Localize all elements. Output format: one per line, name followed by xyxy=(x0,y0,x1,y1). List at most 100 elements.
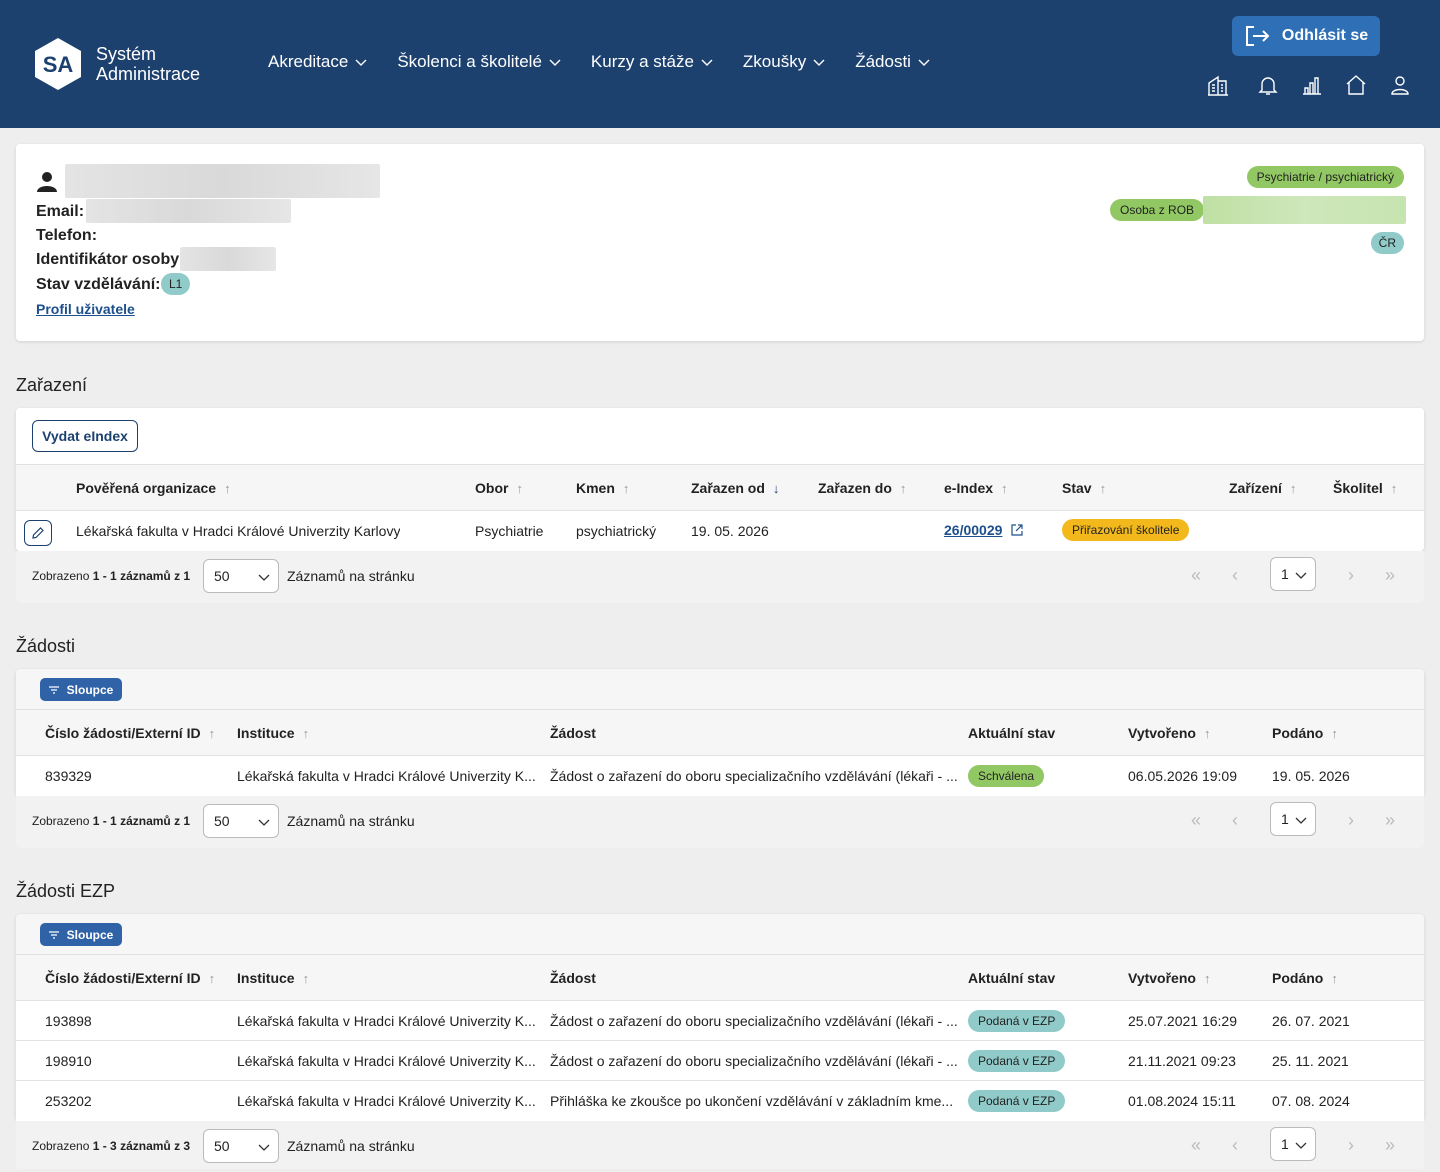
sort-arrow-icon: ↑ xyxy=(1001,480,1008,496)
external-link-icon[interactable] xyxy=(1010,523,1024,537)
logo[interactable]: SA xyxy=(34,37,82,91)
prev-page-icon[interactable]: ‹ xyxy=(1225,810,1245,830)
nav-kurzy[interactable]: Kurzy a stáže xyxy=(591,52,713,72)
prev-page-icon[interactable]: ‹ xyxy=(1225,565,1245,585)
eindex-link[interactable]: 26/00029 xyxy=(944,522,1002,538)
nav-label: Žádosti xyxy=(855,52,911,71)
col-kmen[interactable]: Kmen ↑ xyxy=(576,480,629,496)
issue-eindex-button[interactable]: Vydat eIndex xyxy=(32,420,138,452)
page-select[interactable]: 1 xyxy=(1270,557,1316,591)
col-vytvoreno[interactable]: Vytvořeno ↑ xyxy=(1128,970,1210,986)
col-zarazen-do[interactable]: Zařazen do ↑ xyxy=(818,480,906,496)
sort-arrow-icon: ↑ xyxy=(1390,480,1398,496)
chevron-down-icon xyxy=(701,59,713,66)
cell-eindex: 26/00029 xyxy=(944,522,1024,538)
nav-zadosti[interactable]: Žádosti xyxy=(855,52,930,72)
col-podano[interactable]: Podáno ↑ xyxy=(1272,725,1338,741)
edu-status-badge: L1 xyxy=(161,273,191,295)
next-page-icon[interactable]: › xyxy=(1341,810,1361,830)
edit-button[interactable] xyxy=(24,520,52,546)
user-icon[interactable] xyxy=(1388,73,1412,97)
col-skolitel[interactable]: Školitel ↑ xyxy=(1333,480,1397,496)
logout-label: Odhlásit se xyxy=(1281,27,1369,44)
cell-id: 839329 xyxy=(45,768,92,784)
chevron-down-icon xyxy=(258,574,270,581)
top-bar: SA Systém Administrace Akreditace Školen… xyxy=(0,0,1440,128)
chevron-down-icon xyxy=(918,59,930,66)
cell-id: 193898 xyxy=(45,1013,92,1029)
edu-status-label: Stav vzdělávání: xyxy=(36,276,161,293)
redacted-person-id xyxy=(180,247,276,271)
cell-instituce: Lékařská fakulta v Hradci Králové Univer… xyxy=(237,1013,536,1029)
bell-icon[interactable] xyxy=(1256,73,1280,97)
nav-zkousky[interactable]: Zkoušky xyxy=(743,52,825,72)
status-badge: Schválena xyxy=(968,765,1045,787)
col-cislo[interactable]: Číslo žádosti/Externí ID ↑ xyxy=(45,725,215,741)
chevron-down-icon xyxy=(1295,1142,1307,1149)
per-page-select[interactable]: 50 xyxy=(203,559,279,593)
per-page-select[interactable]: 50 xyxy=(203,1129,279,1163)
status-badge: Podaná v EZP xyxy=(968,1090,1066,1112)
sort-arrow-icon: ↑ xyxy=(899,480,907,496)
prev-page-icon[interactable]: ‹ xyxy=(1225,1135,1245,1155)
table-row[interactable]: 253202 Lékařská fakulta v Hradci Králové… xyxy=(16,1081,1424,1121)
col-obor[interactable]: Obor ↑ xyxy=(475,480,523,496)
next-page-icon[interactable]: › xyxy=(1341,565,1361,585)
col-zarizeni[interactable]: Zařízení ↑ xyxy=(1229,480,1296,496)
cell-created: 01.08.2024 15:11 xyxy=(1128,1093,1236,1109)
specialization-badge: Psychiatrie / psychiatrický xyxy=(1246,166,1404,188)
page-select[interactable]: 1 xyxy=(1270,802,1316,836)
col-organizace[interactable]: Pověřená organizace ↑ xyxy=(76,480,231,496)
col-zadost: Žádost xyxy=(550,970,596,986)
col-podano[interactable]: Podáno ↑ xyxy=(1272,970,1338,986)
columns-button[interactable]: Sloupce xyxy=(40,923,122,946)
col-stav[interactable]: Stav ↑ xyxy=(1062,480,1106,496)
logout-button[interactable]: Odhlásit se xyxy=(1232,16,1380,56)
col-zarazen-od[interactable]: Zařazen od ↓ xyxy=(691,480,779,496)
first-page-icon[interactable]: « xyxy=(1186,1135,1206,1155)
nav-label: Zkoušky xyxy=(742,52,807,71)
table-row[interactable]: 193898 Lékařská fakulta v Hradci Králové… xyxy=(16,1001,1424,1041)
cell-obor: Psychiatrie xyxy=(475,523,544,539)
profile-card: Email: Telefon: Identifikátor osoby: Sta… xyxy=(16,144,1424,341)
last-page-icon[interactable]: » xyxy=(1380,1135,1400,1155)
cell-from: 19. 05. 2026 xyxy=(691,523,769,539)
table-header: Číslo žádosti/Externí ID ↑ Instituce ↑ Žád… xyxy=(16,709,1424,756)
home-icon[interactable] xyxy=(1344,73,1368,97)
building-icon[interactable] xyxy=(1206,73,1230,97)
sort-arrow-down-icon: ↓ xyxy=(772,480,780,496)
sort-arrow-icon: ↑ xyxy=(1289,480,1297,496)
phone-label: Telefon: xyxy=(36,227,98,244)
sort-arrow-icon: ↑ xyxy=(516,480,523,496)
columns-button[interactable]: Sloupce xyxy=(40,678,122,701)
nav-skolenci[interactable]: Školenci a školitelé xyxy=(397,52,561,72)
app-title: Systém Administrace xyxy=(96,44,200,84)
records-shown: Zobrazeno 1 - 1 záznamů z 1 xyxy=(32,569,191,583)
col-instituce[interactable]: Instituce ↑ xyxy=(237,725,309,741)
col-instituce[interactable]: Instituce ↑ xyxy=(237,970,309,986)
cell-submitted: 26. 07. 2021 xyxy=(1272,1013,1350,1029)
first-page-icon[interactable]: « xyxy=(1186,810,1206,830)
person-id-label: Identifikátor osoby: xyxy=(36,251,185,268)
col-eindex[interactable]: e-Index ↑ xyxy=(944,480,1008,496)
next-page-icon[interactable]: › xyxy=(1341,1135,1361,1155)
last-page-icon[interactable]: » xyxy=(1380,565,1400,585)
sort-arrow-icon: ↑ xyxy=(1099,480,1107,496)
table-row[interactable]: 198910 Lékařská fakulta v Hradci Králové… xyxy=(16,1041,1424,1081)
zadosti-title: Žádosti xyxy=(16,636,76,656)
first-page-icon[interactable]: « xyxy=(1186,565,1206,585)
col-cislo[interactable]: Číslo žádosti/Externí ID ↑ xyxy=(45,970,215,986)
cell-created: 25.07.2021 16:29 xyxy=(1128,1013,1237,1029)
table-row[interactable]: 839329 Lékařská fakulta v Hradci Králové… xyxy=(16,756,1424,796)
app-title-line1: Systém xyxy=(96,44,157,64)
page-select[interactable]: 1 xyxy=(1270,1127,1316,1161)
bar-chart-icon[interactable] xyxy=(1300,73,1324,97)
filter-icon xyxy=(48,685,59,694)
per-page-select[interactable]: 50 xyxy=(203,804,279,838)
profile-link[interactable]: Profil uživatele xyxy=(36,301,135,317)
nav-akreditace[interactable]: Akreditace xyxy=(268,52,367,72)
zarazeni-title: Zařazení xyxy=(16,375,88,395)
last-page-icon[interactable]: » xyxy=(1380,810,1400,830)
zadosti-ezp-title: Žádosti EZP xyxy=(16,881,116,901)
col-vytvoreno[interactable]: Vytvořeno ↑ xyxy=(1128,725,1210,741)
